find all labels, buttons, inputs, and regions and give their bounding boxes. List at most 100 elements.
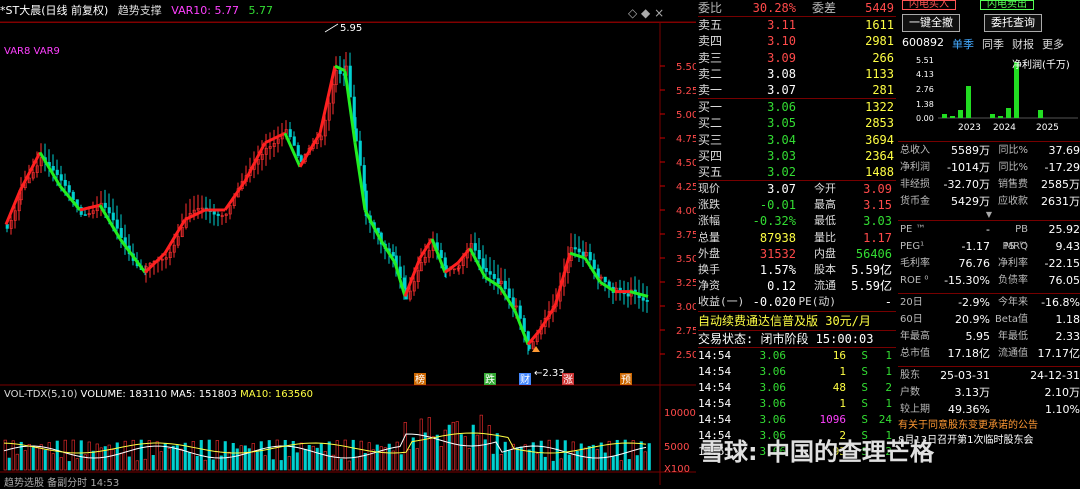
ask-row[interactable]: 卖三 3.09 266 <box>698 50 896 66</box>
stat-label-2: 量比 <box>814 230 836 244</box>
trade-row: 14:54 3.06 1096 S 24 <box>698 412 896 428</box>
fin-rows-1: 总收入 5589万 同比% 37.69 净利润 -1014万 同比% -17.29 非经损 -32… <box>898 141 1080 210</box>
stat-value-2: 5.59亿 <box>851 263 892 277</box>
price-tick-label: 5.25 <box>676 86 696 97</box>
price-tick-label: 4.50 <box>676 158 696 169</box>
candle-body <box>641 297 645 301</box>
stat-label-2: 股本 <box>814 263 836 276</box>
bid-row[interactable]: 买四 3.03 2364 <box>698 148 896 164</box>
ask-label: 卖二 <box>698 66 723 81</box>
low-price-label: ←2.33 <box>534 368 565 379</box>
news-item-1[interactable]: 有关于同意股东变更承诺的公告 <box>898 418 1080 433</box>
bar-tick-label: 0.00 <box>916 114 934 123</box>
volume-bar <box>631 440 635 471</box>
ad-banner[interactable]: 自动续费通达信普及版 30元/月 <box>698 310 896 330</box>
stat-value-2: 3.15 <box>863 198 892 213</box>
fin-row: 60日 20.9% Beta值 1.18 <box>900 311 1080 328</box>
tab-more[interactable]: 更多 <box>1042 36 1064 52</box>
volume-bar <box>319 443 323 471</box>
fin-label: 较上期 <box>900 404 930 415</box>
kline-svg: 5.50 5.25 5.00 4.75 4.50 4.25 4.00 3.75 3.50 3.25… <box>0 21 696 485</box>
fin-value-2: 2.33 <box>1055 330 1080 343</box>
stat-label-2: 最低 <box>814 214 836 228</box>
chart-controls[interactable]: ◇ ◆ × <box>628 6 664 20</box>
bid-row[interactable]: 买三 3.04 3694 <box>698 132 896 148</box>
fin-label-2: 同比% <box>998 162 1028 173</box>
trade-price: 3.06 <box>759 396 787 410</box>
ask-label: 卖三 <box>698 50 723 65</box>
volume-bar <box>107 444 111 471</box>
vol-name[interactable]: VOL-TDX(5,10) <box>4 389 77 400</box>
kline-chart-panel[interactable]: *ST大晨(日线 前复权) 趋势支撑 VAR10: 5.77 5.77 5.50… <box>0 0 696 489</box>
volume-bar <box>191 441 195 471</box>
ask-row[interactable]: 卖二 3.08 1133 <box>698 66 896 82</box>
fin-label-2: PB MRQ <box>1004 224 1028 252</box>
volume-bar <box>463 436 467 471</box>
volume-bar <box>343 439 347 471</box>
fin-value-2: -16.8% <box>1041 296 1080 309</box>
candle-body <box>645 299 649 302</box>
fin-value-2: 25.92 <box>1048 223 1080 236</box>
volume-bar <box>63 439 67 471</box>
stat-value: 31532 <box>759 246 796 261</box>
fin-label-2: 销售费 <box>998 179 1028 190</box>
var9-label: VAR9 <box>33 46 60 57</box>
fin-label: 总市值 <box>900 348 930 359</box>
volume-bar <box>215 440 219 471</box>
tab-report[interactable]: 财报 <box>1012 36 1034 52</box>
bid-row[interactable]: 买一 3.06 1322 <box>698 99 896 115</box>
trade-row: 14:54 3.06 48 S 2 <box>698 380 896 396</box>
volume-bar <box>43 449 47 471</box>
ratio-value: 30.28% <box>752 1 796 15</box>
fin-label: 股东 <box>900 370 920 381</box>
volume-bar <box>383 447 387 471</box>
expand-icon[interactable]: ▼ <box>898 210 1080 220</box>
trade-time: 14:54 <box>698 364 732 378</box>
ask-volume: 1133 <box>865 66 894 81</box>
fin-value: 5429万 <box>951 195 990 208</box>
cancel-all-button[interactable]: 一键全撤 <box>902 14 960 32</box>
trade-price: 3.06 <box>759 412 787 426</box>
order-query-button[interactable]: 委托查询 <box>984 14 1042 32</box>
ask-row[interactable]: 卖五 3.11 1611 <box>698 17 896 33</box>
fin-label: ROE ⁰ <box>900 275 929 286</box>
profit-bar <box>1038 110 1043 118</box>
bar-tick-label: 4.13 <box>916 70 934 79</box>
volume-bar <box>355 456 359 471</box>
fin-rows-2: PE ™ - PB MRQ 25.92 PEG¹ -1.17 PS ™ 9.43 毛利率 76.7… <box>898 220 1080 289</box>
bar-year-label: 2024 <box>993 123 1016 133</box>
candle-body <box>288 129 292 138</box>
trade-time: 14:54 <box>698 380 732 394</box>
vol-ma5-line <box>3 433 647 459</box>
flash-buy-button[interactable]: 闪电买入 <box>902 0 956 10</box>
fin-value-2: 2631万 <box>1041 195 1080 208</box>
fin-value-2: 2.10万 <box>1044 386 1080 399</box>
flash-sell-button[interactable]: 闪电卖出 <box>980 0 1034 10</box>
event-marker-label: 财 <box>520 373 530 386</box>
volume-bar <box>367 442 371 471</box>
volume-bar <box>455 421 459 471</box>
volume-bar <box>435 434 439 471</box>
stat-value: 1.57% <box>759 263 796 277</box>
stat-row: 涨幅 -0.32% 最低 3.03 <box>698 213 896 229</box>
fin-label-2 <box>990 367 1028 384</box>
candle-body <box>588 252 592 261</box>
volume-bar <box>503 441 507 471</box>
ask-row[interactable]: 卖四 3.10 2981 <box>698 33 896 49</box>
bid-row[interactable]: 买五 3.02 1488 <box>698 164 896 180</box>
candle-body <box>63 179 67 186</box>
volume-bar <box>211 459 215 471</box>
tab-single-quarter[interactable]: 单季 <box>952 36 974 52</box>
ask-row[interactable]: 卖一 3.07 281 <box>698 82 896 98</box>
trend-support-line <box>363 209 382 240</box>
volume-bar <box>471 424 475 471</box>
ask-volume: 281 <box>872 82 894 97</box>
stat-label-2: PE(动) <box>798 295 837 309</box>
candle-body <box>603 276 607 283</box>
volume-bar <box>47 442 51 471</box>
volume-bar <box>487 425 491 471</box>
volume-bar <box>415 448 419 471</box>
volume-bar <box>635 455 639 471</box>
tab-same-quarter[interactable]: 同季 <box>982 36 1004 52</box>
bid-row[interactable]: 买二 3.05 2853 <box>698 115 896 131</box>
